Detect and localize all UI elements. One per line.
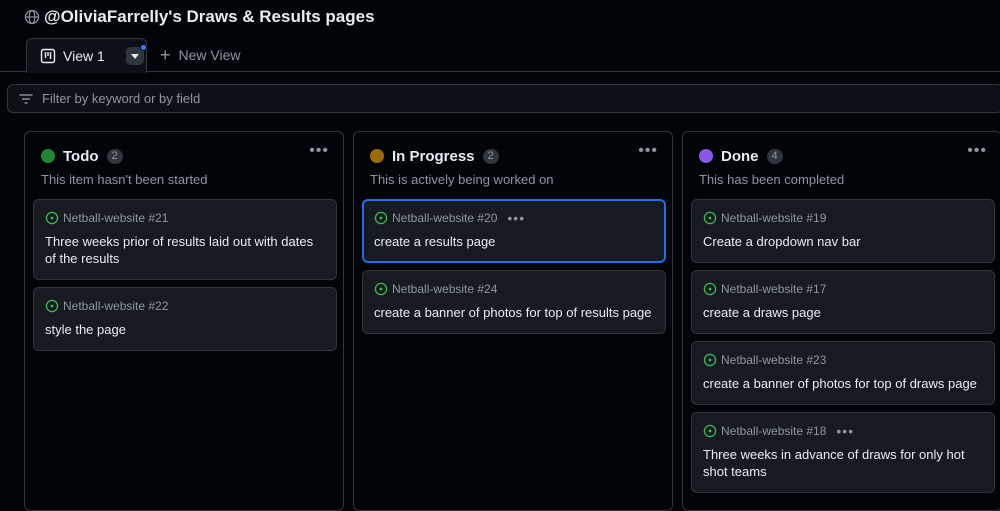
issue-card[interactable]: Netball-website #17 create a draws page (691, 270, 995, 334)
board: Todo 2 ••• This item hasn't been started… (24, 131, 1000, 511)
column-description: This is actively being worked on (370, 172, 554, 187)
column-name: Todo (63, 147, 99, 165)
unsaved-changes-dot (139, 44, 147, 51)
card-title[interactable]: style the page (45, 321, 324, 338)
card-reference[interactable]: Netball-website #23 (721, 353, 826, 367)
status-dot-icon (41, 149, 55, 163)
issue-open-icon (45, 211, 59, 225)
filter-bar (7, 84, 1000, 113)
view-options-button[interactable] (125, 44, 147, 65)
new-view-button[interactable]: + New View (160, 46, 241, 64)
column-menu-button[interactable]: ••• (967, 143, 987, 159)
card-meta: Netball-website #19 (703, 210, 982, 226)
board-icon (40, 48, 56, 64)
tab-view-1[interactable]: View 1 (26, 38, 147, 73)
card-meta: Netball-website #22 (45, 298, 324, 314)
column-count: 4 (766, 148, 783, 164)
column-header: In Progress 2 (370, 146, 499, 166)
card-meta: Netball-website #20 ••• (374, 210, 653, 226)
column-description: This item hasn't been started (41, 172, 208, 187)
card-list: Netball-website #20 ••• create a results… (362, 199, 666, 334)
column-header: Done 4 (699, 146, 783, 166)
issue-open-icon (45, 299, 59, 313)
issue-card[interactable]: Netball-website #21 Three weeks prior of… (33, 199, 337, 280)
card-title[interactable]: Three weeks prior of results laid out wi… (45, 233, 324, 267)
card-title[interactable]: create a banner of photos for top of dra… (703, 375, 982, 392)
page-title: @OliviaFarrelly's Draws & Results pages (44, 7, 375, 26)
status-dot-icon (370, 149, 384, 163)
column-header: Todo 2 (41, 146, 123, 166)
card-title[interactable]: Create a dropdown nav bar (703, 233, 982, 250)
column-menu-button[interactable]: ••• (638, 143, 658, 159)
card-reference[interactable]: Netball-website #24 (392, 282, 497, 296)
issue-card[interactable]: Netball-website #22 style the page (33, 287, 337, 351)
issue-card[interactable]: Netball-website #23 create a banner of p… (691, 341, 995, 405)
globe-icon (24, 9, 40, 25)
issue-open-icon (703, 424, 717, 438)
card-list: Netball-website #19 Create a dropdown na… (691, 199, 995, 493)
column-description: This has been completed (699, 172, 845, 187)
issue-card-selected[interactable]: Netball-website #20 ••• create a results… (362, 199, 666, 263)
card-title[interactable]: create a banner of photos for top of res… (374, 304, 653, 321)
card-reference[interactable]: Netball-website #21 (63, 211, 168, 225)
issue-open-icon (374, 211, 388, 225)
column-done: Done 4 ••• This has been completed Netba… (682, 131, 1000, 511)
column-name: In Progress (392, 147, 475, 165)
card-title[interactable]: create a results page (374, 233, 653, 250)
issue-open-icon (703, 211, 717, 225)
card-menu-button[interactable]: ••• (836, 423, 854, 439)
plus-icon: + (160, 45, 171, 65)
card-reference[interactable]: Netball-website #19 (721, 211, 826, 225)
column-in-progress: In Progress 2 ••• This is actively being… (353, 131, 673, 511)
card-reference[interactable]: Netball-website #22 (63, 299, 168, 313)
new-view-label: New View (178, 47, 241, 63)
column-menu-button[interactable]: ••• (309, 143, 329, 159)
card-reference[interactable]: Netball-website #17 (721, 282, 826, 296)
status-dot-icon (699, 149, 713, 163)
card-menu-button[interactable]: ••• (507, 210, 525, 226)
column-todo: Todo 2 ••• This item hasn't been started… (24, 131, 344, 511)
issue-card[interactable]: Netball-website #19 Create a dropdown na… (691, 199, 995, 263)
column-count: 2 (106, 148, 123, 164)
card-meta: Netball-website #18 ••• (703, 423, 982, 439)
issue-open-icon (374, 282, 388, 296)
card-title[interactable]: create a draws page (703, 304, 982, 321)
card-title[interactable]: Three weeks in advance of draws for only… (703, 446, 982, 480)
column-name: Done (721, 147, 759, 165)
tab-label: View 1 (63, 48, 105, 64)
card-meta: Netball-website #21 (45, 210, 324, 226)
card-reference[interactable]: Netball-website #18 (721, 424, 826, 438)
page-header: @OliviaFarrelly's Draws & Results pages (24, 6, 375, 28)
card-meta: Netball-website #24 (374, 281, 653, 297)
card-reference[interactable]: Netball-website #20 (392, 211, 497, 225)
filter-input[interactable] (42, 91, 942, 106)
issue-open-icon (703, 353, 717, 367)
chevron-down-icon (130, 53, 139, 59)
card-list: Netball-website #21 Three weeks prior of… (33, 199, 337, 351)
view-tabs: View 1 + New View (0, 38, 1000, 73)
card-meta: Netball-website #23 (703, 352, 982, 368)
issue-card[interactable]: Netball-website #24 create a banner of p… (362, 270, 666, 334)
column-count: 2 (482, 148, 499, 164)
issue-open-icon (703, 282, 717, 296)
card-meta: Netball-website #17 (703, 281, 982, 297)
issue-card[interactable]: Netball-website #18 ••• Three weeks in a… (691, 412, 995, 493)
filter-icon (18, 91, 34, 107)
